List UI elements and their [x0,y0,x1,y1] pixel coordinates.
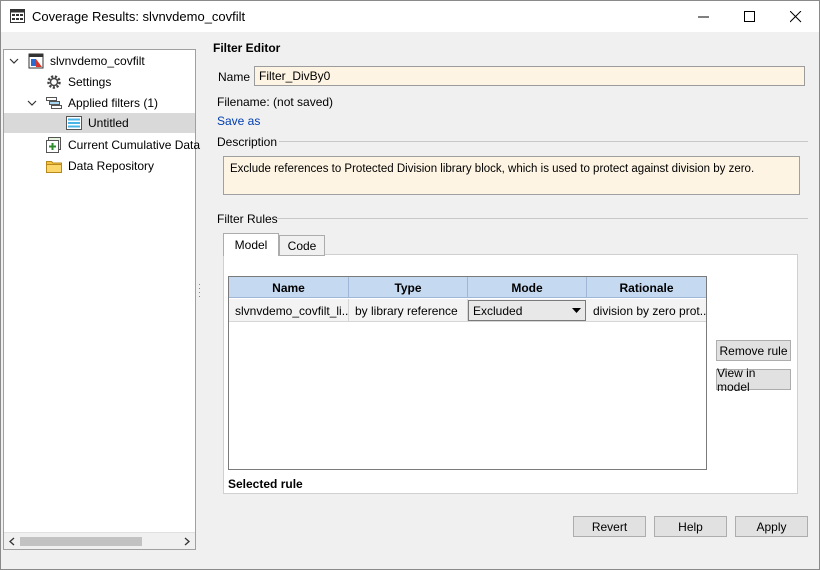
tree-item-applied-filters[interactable]: Applied filters (1) [26,93,158,113]
minimize-button[interactable] [681,1,727,32]
coverage-results-window: Coverage Results: slvnvdemo_covfilt slvn… [0,0,820,570]
apply-label: Apply [756,519,787,534]
close-button[interactable] [773,1,819,32]
filter-rules-label: Filter Rules [217,212,278,226]
remove-rule-button[interactable]: Remove rule [716,340,791,361]
save-as-link[interactable]: Save as [217,114,260,128]
results-tree-pane: slvnvdemo_covfilt Settings Applied filte… [3,49,200,550]
column-header-name[interactable]: Name [229,277,349,298]
maximize-icon [744,10,755,22]
filter-rules-divider [276,218,808,219]
name-field[interactable] [254,66,805,86]
model-icon [28,53,44,69]
rules-table: Name Type Mode Rationale slvnvdemo_covfi… [228,276,707,470]
chevron-down-icon[interactable] [8,55,20,67]
rule-mode-value: Excluded [473,303,523,318]
column-header-rationale[interactable]: Rationale [587,277,706,298]
tree-item-label: Data Repository [68,159,155,173]
description-label: Description [217,135,278,149]
scrollbar-thumb[interactable] [20,537,142,546]
rule-mode-dropdown[interactable]: Excluded [468,300,586,321]
splitter-grip-icon[interactable] [198,283,201,301]
table-header: Name Type Mode Rationale [229,277,706,298]
column-header-type[interactable]: Type [349,277,468,298]
rule-name-cell[interactable]: slvnvdemo_covfilt_li... [229,299,349,322]
tree-item-label: Settings [68,75,112,89]
tree-item-data-repository[interactable]: Data Repository [46,156,154,176]
tab-code[interactable]: Code [279,235,325,256]
filename-text: Filename: (not saved) [217,95,334,109]
filter-icon [46,97,62,109]
tree-item-model[interactable]: slvnvdemo_covfilt [8,51,145,71]
title-bar: Coverage Results: slvnvdemo_covfilt [1,1,819,32]
description-field[interactable]: Exclude references to Protected Division… [223,156,800,195]
tree-item-settings[interactable]: Settings [46,72,111,92]
window-title: Coverage Results: slvnvdemo_covfilt [32,9,246,24]
rule-type-cell[interactable]: by library reference [349,299,468,322]
tree-item-label: slvnvdemo_covfilt [50,54,145,68]
tree-item-label: Current Cumulative Data [68,138,201,152]
close-icon [790,10,802,22]
rule-rationale-cell[interactable]: division by zero prot... [587,299,706,322]
table-row[interactable]: slvnvdemo_covfilt_li... by library refer… [229,299,706,322]
maximize-button[interactable] [727,1,773,32]
tree-item-untitled[interactable]: Untitled [4,113,195,133]
scroll-right-icon[interactable] [181,536,192,547]
column-header-mode[interactable]: Mode [468,277,587,298]
folder-icon [46,161,62,173]
minimize-icon [698,16,709,17]
tab-model[interactable]: Model [223,233,279,256]
revert-label: Revert [591,519,628,534]
description-divider [279,141,808,142]
help-button[interactable]: Help [654,516,727,537]
filter-editor-heading: Filter Editor [213,41,281,55]
filter-file-icon [66,116,82,130]
tree-item-label: Applied filters (1) [68,96,159,110]
tree-horizontal-scrollbar[interactable] [4,532,195,549]
chevron-down-icon[interactable] [26,97,38,109]
scroll-left-icon[interactable] [7,536,18,547]
window-app-icon [10,9,25,23]
tree-item-label: Untitled [88,116,129,130]
cumulative-data-icon [46,137,61,153]
tree-item-cumulative-data[interactable]: Current Cumulative Data [46,135,200,155]
gear-icon [47,75,61,89]
help-label: Help [678,519,703,534]
view-in-model-button[interactable]: View in model [716,366,791,394]
apply-button[interactable]: Apply [735,516,808,537]
name-label: Name [218,70,251,84]
dropdown-arrow-icon [572,308,581,313]
revert-button[interactable]: Revert [573,516,646,537]
selected-rule-heading: Selected rule [228,477,303,491]
